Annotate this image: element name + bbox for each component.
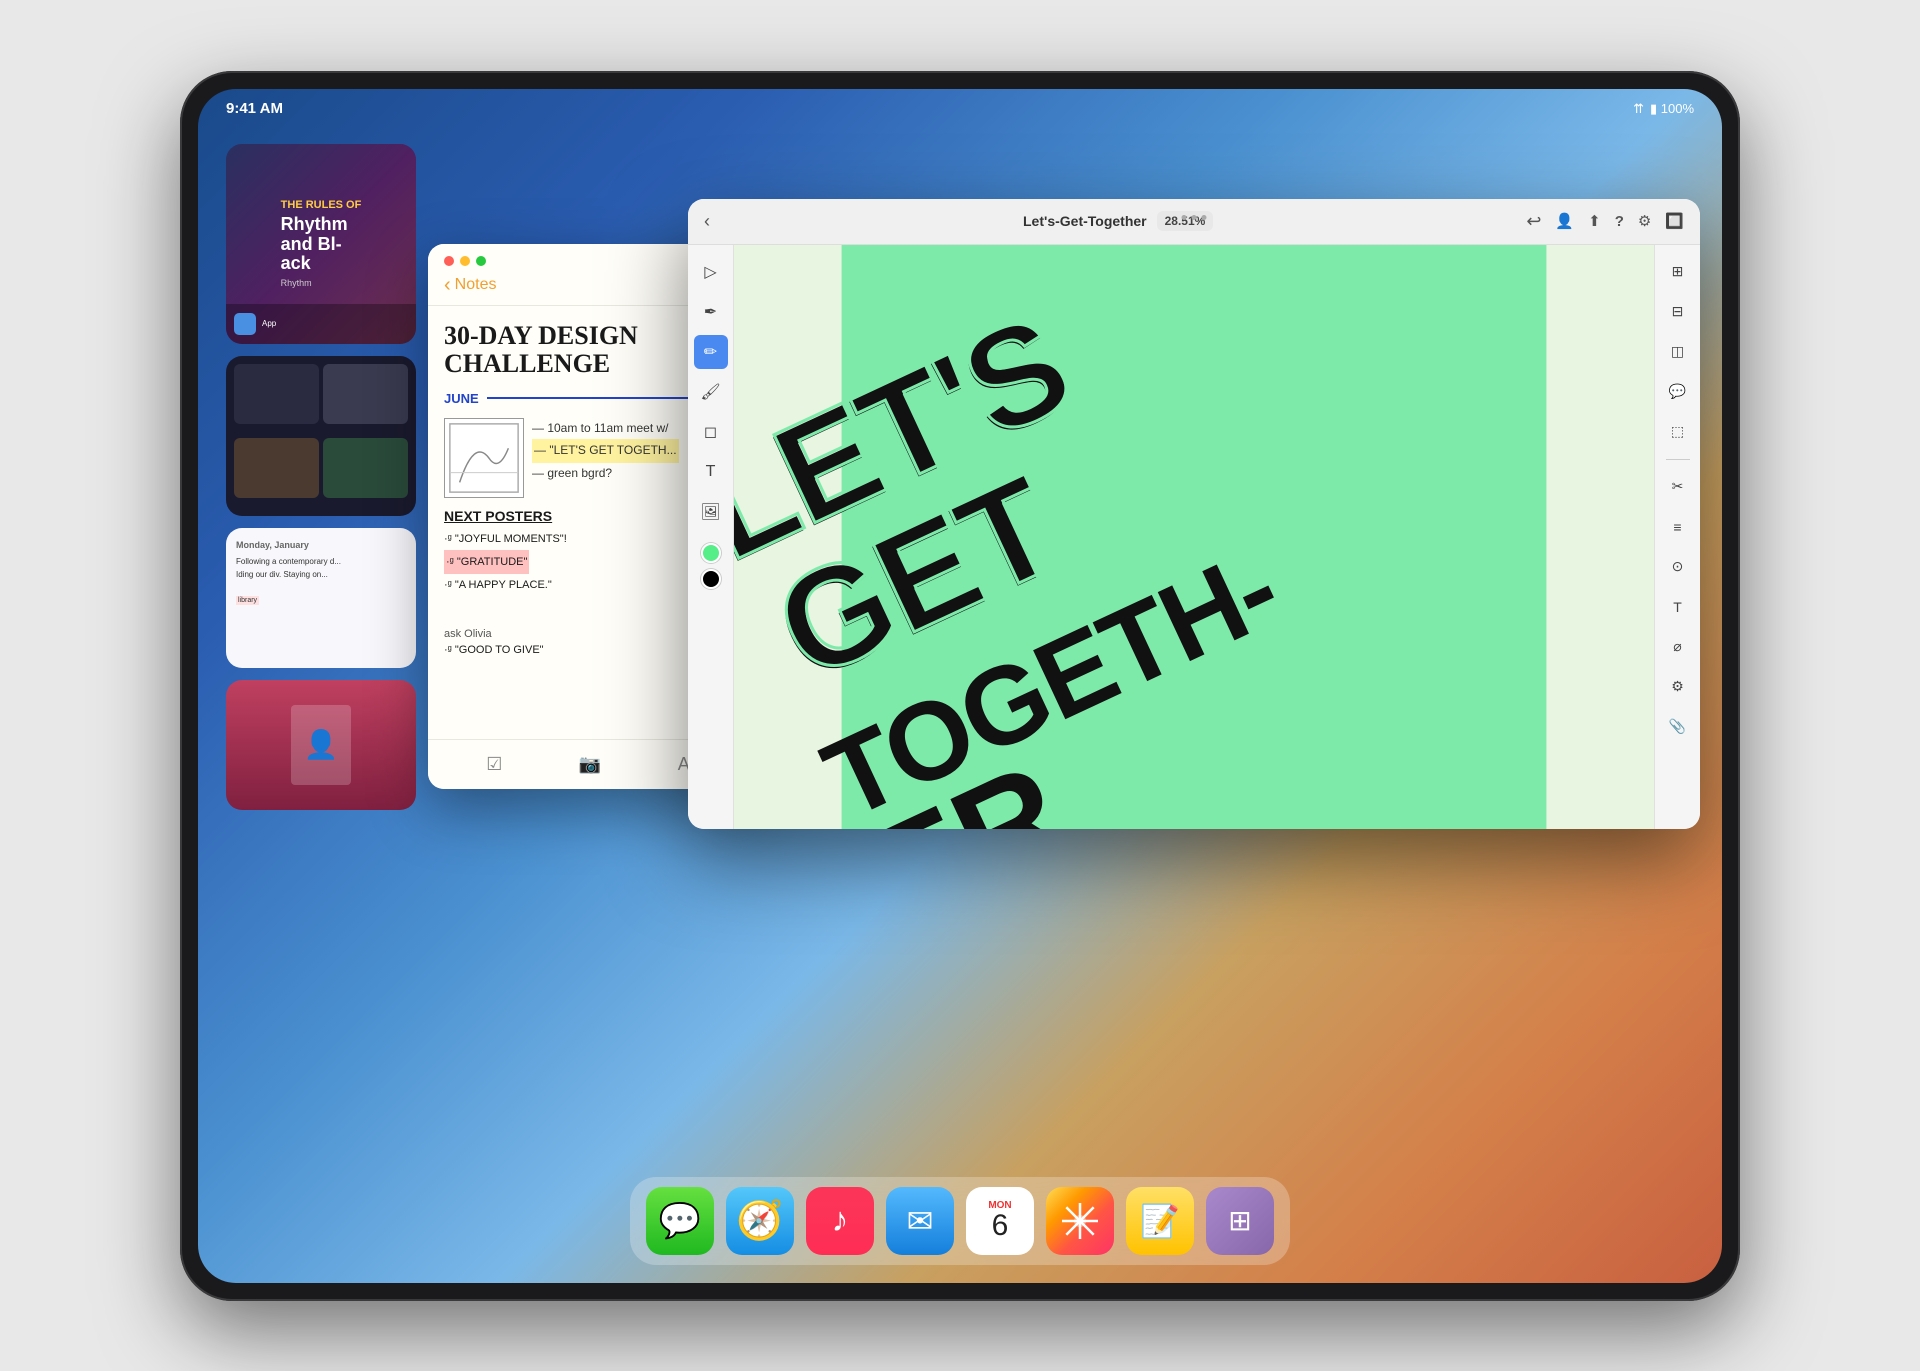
back-chevron-icon: ‹ — [444, 274, 451, 297]
wifi-icon: ⇈ — [1633, 101, 1644, 117]
design-back-button[interactable]: ‹ — [704, 211, 710, 232]
timeline-line — [487, 397, 702, 399]
dock-notes[interactable]: 📝 — [1126, 1187, 1194, 1255]
notes-sketch — [444, 418, 524, 498]
design-title-area: Let's-Get-Together 28.51% — [722, 211, 1514, 231]
camera-icon[interactable]: ⊙ — [1661, 550, 1695, 584]
status-bar: 9:41 AM ⇈ ▮ 100% — [198, 89, 1722, 129]
battery-icon: ▮ 100% — [1650, 101, 1694, 117]
undo-icon[interactable]: ↩ — [1526, 211, 1541, 232]
bullet-2-highlighted: ·ᵍ "GRATITUDE" — [444, 550, 529, 574]
color-picker-black[interactable] — [701, 569, 721, 589]
sidebar-thumb-notes[interactable]: Monday, January Following a contemporary… — [226, 528, 416, 668]
sidebar-thumb-photo[interactable]: 👤 — [226, 680, 416, 810]
calendar-day-num: 6 — [992, 1211, 1009, 1241]
list-item-3: — green bgrd? — [532, 463, 679, 485]
help-icon[interactable]: ? — [1615, 213, 1624, 230]
cut-icon[interactable]: ✂ — [1661, 470, 1695, 504]
design-toolbar-icons: ↩ 👤 ⬆ ? ⚙ 🔲 — [1526, 211, 1684, 232]
notes-list-items: — 10am to 11am meet w/ — "LET'S GET TOGE… — [532, 418, 679, 486]
select-tool[interactable]: ▷ — [694, 255, 728, 289]
dock-mail[interactable]: ✉ — [886, 1187, 954, 1255]
extras-icon: ⊞ — [1228, 1204, 1251, 1237]
dock-messages[interactable]: 💬 — [646, 1187, 714, 1255]
dock-calendar[interactable]: MON 6 — [966, 1187, 1034, 1255]
safari-icon: 🧭 — [736, 1199, 783, 1243]
music-icon: ♪ — [832, 1201, 849, 1240]
share-icon[interactable]: ⬆ — [1588, 212, 1601, 230]
eyedropper-icon[interactable]: ⌀ — [1661, 630, 1695, 664]
settings-icon[interactable]: ⚙ — [1638, 212, 1651, 230]
clip-icon[interactable]: 📎 — [1661, 710, 1695, 744]
rectangle-tool[interactable]: T — [694, 455, 728, 489]
notes-back-label: Notes — [455, 276, 497, 294]
user-account-icon[interactable]: 👤 — [1555, 212, 1574, 230]
ipad-device: 9:41 AM ⇈ ▮ 100% THE RULES OF Rhythmand … — [180, 71, 1740, 1301]
image-tool[interactable]: 🖼 — [694, 495, 728, 529]
design-file-name: Let's-Get-Together — [1023, 213, 1147, 229]
text-tool-right[interactable]: T — [1661, 590, 1695, 624]
photos-icon — [1060, 1201, 1100, 1241]
sidebar-thumb-magazine[interactable]: THE RULES OF Rhythmand Bl-ack Rhythm App — [226, 144, 416, 344]
pencil-tool-active[interactable]: ✏ — [694, 335, 728, 369]
objects-icon[interactable]: ◫ — [1661, 335, 1695, 369]
notes-icon: 📝 — [1140, 1202, 1180, 1240]
notes-checklist-icon[interactable]: ☑ — [486, 754, 502, 775]
dock-photos[interactable] — [1046, 1187, 1114, 1255]
ipad-screen: 9:41 AM ⇈ ▮ 100% THE RULES OF Rhythmand … — [198, 89, 1722, 1283]
minimize-dot[interactable] — [460, 256, 470, 266]
status-icons: ⇈ ▮ 100% — [1633, 101, 1694, 117]
color-picker-green[interactable] — [701, 543, 721, 563]
dock: 💬 🧭 ♪ ✉ MON 6 � — [630, 1177, 1290, 1265]
list-item-1: — 10am to 11am meet w/ — [532, 418, 679, 440]
gear-right-icon[interactable]: ⚙ — [1661, 670, 1695, 704]
pen-tool[interactable]: ✒ — [694, 295, 728, 329]
layers-panel-icon[interactable]: ⊞ — [1661, 255, 1695, 289]
eraser-tool[interactable]: ◻ — [694, 415, 728, 449]
layers-icon[interactable]: 🔲 — [1665, 212, 1684, 230]
divider — [1666, 459, 1690, 460]
poster-artwork: LET'S GET TOGETH- ER LET'S GET — [734, 245, 1654, 829]
timeline-start: JUNE — [444, 391, 479, 406]
design-app-window: ‹ Let's-Get-Together 28.51% ↩ 👤 ⬆ ? ⚙ 🔲 — [688, 199, 1700, 829]
design-body: ▷ ✒ ✏ 🖌 ◻ T 🖼 — [688, 245, 1700, 829]
design-right-toolbar: ⊞ ⊟ ◫ 💬 ⬚ ✂ ≡ ⊙ T ⌀ ⚙ 📎 — [1654, 245, 1700, 829]
design-canvas[interactable]: LET'S GET TOGETH- ER LET'S GET — [734, 245, 1654, 829]
brush-tool[interactable]: 🖌 — [694, 375, 728, 409]
close-dot[interactable] — [444, 256, 454, 266]
export-icon[interactable]: ⬚ — [1661, 415, 1695, 449]
sidebar-app-thumbnails: THE RULES OF Rhythmand Bl-ack Rhythm App — [226, 144, 426, 1173]
maximize-dot[interactable] — [476, 256, 486, 266]
text-format-icon[interactable]: ≡ — [1661, 510, 1695, 544]
dock-music[interactable]: ♪ — [806, 1187, 874, 1255]
status-time: 9:41 AM — [226, 100, 283, 117]
dock-extras[interactable]: ⊞ — [1206, 1187, 1274, 1255]
dock-safari[interactable]: 🧭 — [726, 1187, 794, 1255]
sidebar-thumb-design[interactable] — [226, 356, 416, 516]
mail-icon: ✉ — [907, 1202, 934, 1240]
design-left-toolbar: ▷ ✒ ✏ 🖌 ◻ T 🖼 — [688, 245, 734, 829]
titlebar-drag-dots — [1182, 215, 1207, 220]
list-item-2-highlighted: — "LET'S GET TOGETH... — [532, 439, 679, 463]
comments-icon[interactable]: 💬 — [1661, 375, 1695, 409]
adjustments-icon[interactable]: ⊟ — [1661, 295, 1695, 329]
notes-camera-icon[interactable]: 📷 — [579, 754, 601, 775]
design-titlebar: ‹ Let's-Get-Together 28.51% ↩ 👤 ⬆ ? ⚙ 🔲 — [688, 199, 1700, 245]
messages-icon: 💬 — [659, 1201, 701, 1241]
